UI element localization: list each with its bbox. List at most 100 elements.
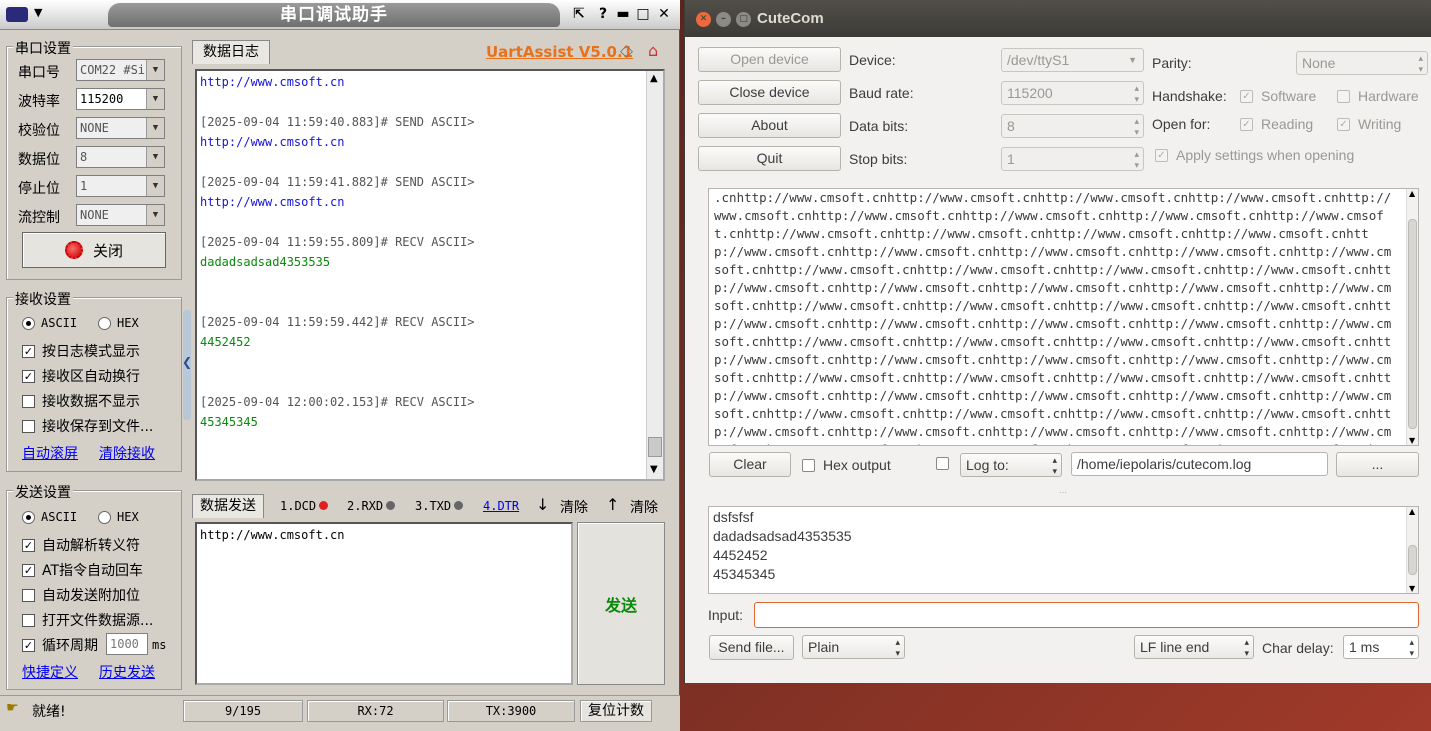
- device-select[interactable]: /dev/ttyS1 ▼: [1001, 48, 1144, 72]
- format-select[interactable]: Plain ▴ ▾: [802, 635, 905, 659]
- clear-up-icon[interactable]: ↑: [606, 495, 619, 514]
- parity-select[interactable]: NONE ▼: [76, 117, 165, 139]
- pin-icon[interactable]: ⇱: [570, 5, 588, 23]
- alarm-icon[interactable]: ⌂: [648, 41, 658, 60]
- auto-wrap-checkbox[interactable]: ✓ 接收区自动换行: [22, 366, 140, 386]
- flow-select[interactable]: NONE ▼: [76, 204, 165, 226]
- received-scrollbar[interactable]: ▲ ▼: [1406, 507, 1418, 593]
- databits-label: Data bits:: [849, 118, 909, 134]
- maximize-button[interactable]: □: [634, 5, 652, 23]
- receive-log-area[interactable]: http://www.cmsoft.cn [2025-09-04 11:59:4…: [195, 69, 665, 481]
- tab-data-send[interactable]: 数据发送: [192, 494, 264, 518]
- splitter-handle[interactable]: ⋯: [1059, 488, 1067, 497]
- apply-settings-checkbox[interactable]: ✓ Apply settings when opening: [1155, 147, 1354, 163]
- minimize-icon[interactable]: –: [716, 12, 731, 27]
- port-select[interactable]: COM22 #Si ▼: [76, 59, 165, 81]
- software-checkbox[interactable]: ✓ Software: [1240, 88, 1316, 104]
- stopbits-select[interactable]: 1 ▴ ▾: [1001, 147, 1144, 171]
- save-to-file-checkbox[interactable]: 接收保存到文件...: [22, 416, 153, 436]
- escape-parse-checkbox[interactable]: ✓ 自动解析转义符: [22, 535, 140, 555]
- send-hex-radio[interactable]: HEX: [98, 510, 139, 524]
- clear-log-button[interactable]: 清除: [630, 497, 658, 517]
- log-enable-checkbox[interactable]: [936, 457, 957, 470]
- log-file-input[interactable]: /home/iepolaris/cutecom.log: [1071, 452, 1328, 476]
- output-scrollbar[interactable]: ▲ ▼: [1406, 189, 1418, 445]
- send-button[interactable]: 发送: [577, 522, 665, 685]
- app-menu-icon[interactable]: [6, 7, 28, 22]
- scroll-up-icon[interactable]: ▲: [1409, 189, 1415, 198]
- collapse-left-icon[interactable]: ❮: [182, 355, 192, 369]
- reset-counter-button[interactable]: 复位计数: [580, 700, 652, 722]
- send-toolbar: 数据发送 1.DCD 2.RXD 3.TXD 4.DTR ↓ 清除 ↑ 清除: [190, 490, 670, 520]
- hide-recv-checkbox[interactable]: 接收数据不显示: [22, 391, 140, 411]
- period-input[interactable]: 1000: [106, 633, 148, 655]
- log-mode-select[interactable]: Log to: ▴ ▾: [960, 453, 1062, 477]
- databits-select[interactable]: 8 ▼: [76, 146, 165, 168]
- minimize-button[interactable]: ▬: [614, 5, 632, 23]
- auto-scroll-link[interactable]: 自动滚屏: [22, 443, 78, 463]
- output-text: .cnhttp://www.cmsoft.cnhttp://www.cmsoft…: [714, 190, 1392, 445]
- parity-select[interactable]: None ▴ ▾: [1296, 51, 1428, 75]
- scroll-down-icon[interactable]: ▼: [1409, 584, 1415, 593]
- shortcut-define-link[interactable]: 快捷定义: [22, 662, 78, 682]
- stopbits-label: 停止位: [18, 181, 60, 197]
- log-scrollbar[interactable]: ▲ ▼: [646, 71, 663, 479]
- scroll-thumb[interactable]: [1408, 219, 1417, 429]
- clear-send-button[interactable]: 清除: [560, 497, 588, 517]
- send-file-button[interactable]: Send file...: [709, 635, 794, 660]
- close-device-button[interactable]: Close device: [698, 80, 841, 105]
- at-auto-cr-checkbox[interactable]: ✓ AT指令自动回车: [22, 560, 143, 580]
- reading-checkbox[interactable]: ✓ Reading: [1240, 116, 1313, 132]
- help-icon[interactable]: ?: [594, 5, 612, 23]
- hardware-checkbox[interactable]: Hardware: [1337, 88, 1419, 104]
- char-delay-spinbox[interactable]: 1 ms ▴ ▾: [1343, 635, 1419, 659]
- recv-hex-radio[interactable]: HEX: [98, 316, 139, 330]
- close-icon[interactable]: ✕: [696, 12, 711, 27]
- checkbox-label: 接收保存到文件...: [42, 419, 154, 435]
- scroll-down-icon[interactable]: ▼: [650, 464, 658, 475]
- about-button[interactable]: About: [698, 113, 841, 138]
- input-field[interactable]: [754, 602, 1419, 628]
- send-ascii-radio[interactable]: ASCII: [22, 510, 77, 524]
- send-history-link[interactable]: 历史发送: [99, 662, 155, 682]
- clear-down-icon[interactable]: ↓: [536, 495, 549, 514]
- hex-output-checkbox[interactable]: Hex output: [802, 457, 891, 473]
- scroll-down-icon[interactable]: ▼: [1409, 436, 1415, 445]
- quit-button[interactable]: Quit: [698, 146, 841, 171]
- radio-selected-icon: [22, 510, 35, 524]
- cutecom-titlebar[interactable]: ✕ – □ CuteCom: [685, 0, 1431, 37]
- file-source-checkbox[interactable]: 打开文件数据源...: [22, 610, 153, 630]
- recv-ascii-radio[interactable]: ASCII: [22, 316, 77, 330]
- version-link[interactable]: UartAssist V5.0.1: [486, 43, 633, 61]
- baud-select[interactable]: 115200 ▴ ▾: [1001, 81, 1144, 105]
- databits-select[interactable]: 8 ▴ ▾: [1001, 114, 1144, 138]
- maximize-icon[interactable]: □: [736, 12, 751, 27]
- dtr-toggle[interactable]: 4.DTR: [483, 499, 519, 513]
- received-area[interactable]: dsfsfsf dadadsadsad4353535 4452452 45345…: [708, 506, 1419, 594]
- open-device-button[interactable]: Open device: [698, 47, 841, 72]
- scroll-thumb[interactable]: [1408, 545, 1417, 575]
- char-delay-value: 1 ms: [1349, 639, 1380, 655]
- send-text-area[interactable]: http://www.cmsoft.cn: [195, 522, 573, 685]
- line-end-select[interactable]: LF line end ▴ ▾: [1134, 635, 1254, 659]
- output-area[interactable]: .cnhttp://www.cmsoft.cnhttp://www.cmsoft…: [708, 188, 1419, 446]
- scroll-thumb[interactable]: [648, 437, 662, 457]
- log-mode-checkbox[interactable]: ✓ 按日志模式显示: [22, 341, 140, 361]
- uartassist-titlebar[interactable]: ▼ 串口调试助手 ⇱ ? ▬ □ ✕: [0, 0, 680, 30]
- chevron-down-icon[interactable]: ▼: [34, 6, 42, 19]
- tab-data-log[interactable]: 数据日志: [192, 40, 270, 64]
- diamond-icon[interactable]: ◇: [620, 41, 633, 61]
- writing-checkbox[interactable]: ✓ Writing: [1337, 116, 1401, 132]
- baud-select[interactable]: 115200 ▼: [76, 88, 165, 110]
- loop-period-checkbox[interactable]: ✓ 循环周期: [22, 635, 98, 655]
- spinner-icon: ▴ ▾: [1134, 149, 1139, 170]
- clear-button[interactable]: Clear: [709, 452, 791, 477]
- stopbits-select[interactable]: 1 ▼: [76, 175, 165, 197]
- browse-button[interactable]: ...: [1336, 452, 1419, 477]
- clear-recv-link[interactable]: 清除接收: [99, 443, 155, 463]
- scroll-up-icon[interactable]: ▲: [1409, 507, 1415, 516]
- close-port-button[interactable]: 关闭: [22, 232, 166, 268]
- close-button[interactable]: ✕: [655, 5, 673, 23]
- scroll-up-icon[interactable]: ▲: [650, 73, 658, 84]
- append-bits-checkbox[interactable]: 自动发送附加位: [22, 585, 140, 605]
